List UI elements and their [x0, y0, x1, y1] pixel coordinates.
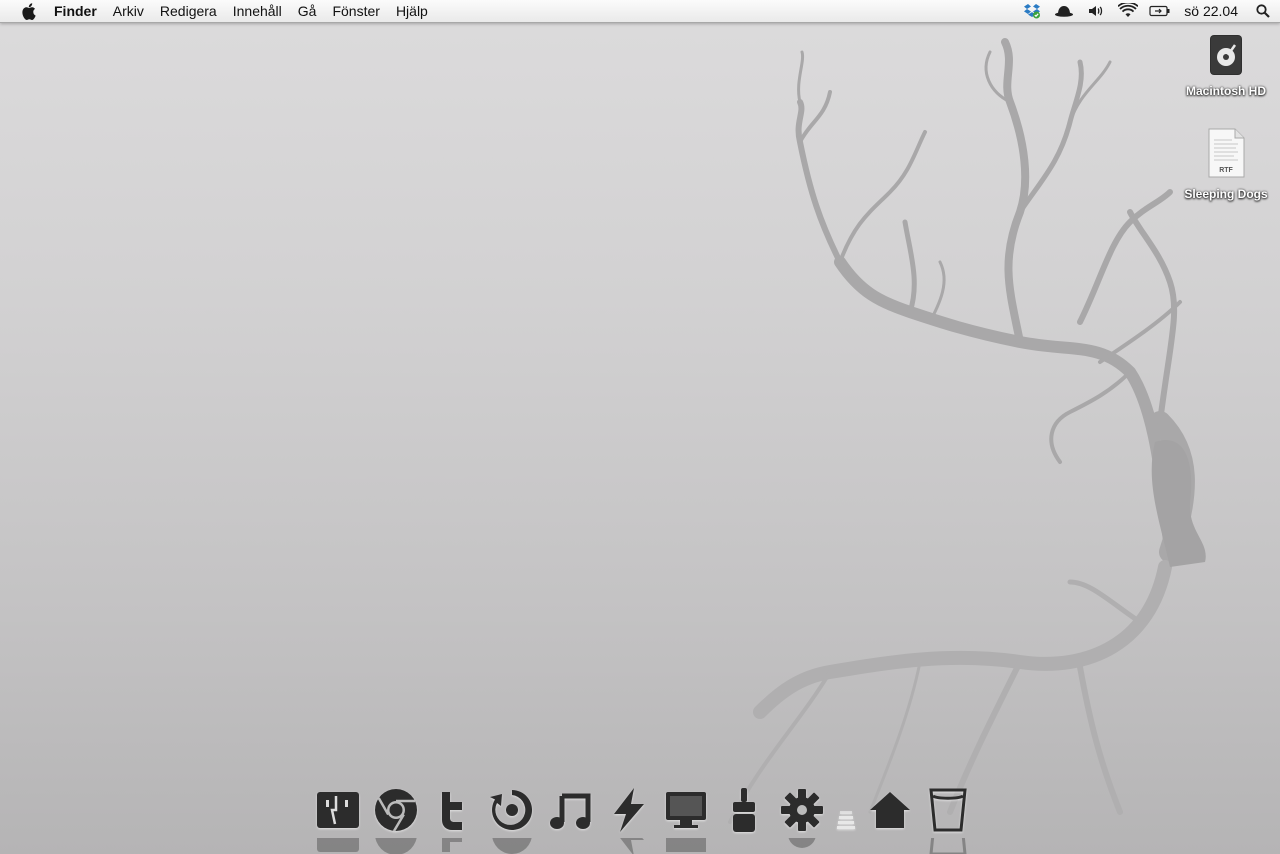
menu-ga[interactable]: Gå: [290, 0, 325, 22]
wifi-icon[interactable]: [1112, 0, 1144, 22]
dock-twitter-icon[interactable]: [430, 786, 478, 834]
dock: [308, 780, 978, 854]
desktop-icon-macintosh-hd[interactable]: Macintosh HD: [1178, 33, 1274, 99]
dock-reflection: [720, 838, 768, 854]
dock-settings-icon[interactable]: [778, 786, 826, 834]
menu-arkiv[interactable]: Arkiv: [105, 0, 152, 22]
dock-itunes-icon[interactable]: [546, 786, 594, 834]
dock-reflection: [604, 838, 652, 854]
menu-finder[interactable]: Finder: [54, 0, 105, 22]
menu-fonster[interactable]: Fönster: [324, 0, 387, 22]
dock-reflection: [778, 838, 826, 854]
desktop-icon-label: Macintosh HD: [1185, 84, 1266, 98]
menu-bar: Finder Arkiv Redigera Innehåll Gå Fönste…: [0, 0, 1280, 23]
dock-finder-icon[interactable]: [314, 786, 362, 834]
dock-home-icon[interactable]: [866, 786, 914, 834]
spotlight-search-icon[interactable]: [1252, 0, 1274, 22]
dock-trash-icon[interactable]: [924, 786, 972, 834]
rtf-badge: RTF: [1219, 167, 1233, 174]
dropbox-icon[interactable]: [1016, 0, 1048, 22]
dock-reflection: [546, 838, 594, 854]
battery-icon[interactable]: [1144, 0, 1176, 22]
dock-reflection: [662, 838, 710, 854]
dock-reeder-icon[interactable]: [604, 786, 652, 834]
dock-reflection: [488, 838, 536, 854]
dock-separator: [828, 786, 864, 834]
dock-reflection: [430, 838, 478, 854]
dock-display-icon[interactable]: [662, 786, 710, 834]
hard-drive-icon: [1210, 35, 1242, 75]
menubar-clock[interactable]: sö 22.04: [1176, 0, 1252, 22]
rtf-document-icon: RTF: [1208, 128, 1245, 178]
dock-app-store-icon[interactable]: [488, 786, 536, 834]
apple-icon[interactable]: [19, 0, 37, 22]
dock-reflection: [372, 838, 420, 854]
bowler-hat-icon[interactable]: [1048, 0, 1080, 22]
dock-reflection: [924, 838, 972, 854]
menu-hjalp[interactable]: Hjälp: [388, 0, 436, 22]
menu-innehall[interactable]: Innehåll: [225, 0, 290, 22]
dock-brush-icon[interactable]: [720, 786, 768, 834]
desktop-icon-label: Sleeping Dogs: [1184, 187, 1268, 201]
volume-icon[interactable]: [1080, 0, 1112, 22]
menu-redigera[interactable]: Redigera: [152, 0, 225, 22]
dock-reflection: [314, 838, 362, 854]
desktop-icon-sleeping-dogs[interactable]: RTF Sleeping Dogs: [1178, 128, 1274, 202]
dock-reflection: [866, 838, 914, 854]
dock-chrome-icon[interactable]: [372, 786, 420, 834]
